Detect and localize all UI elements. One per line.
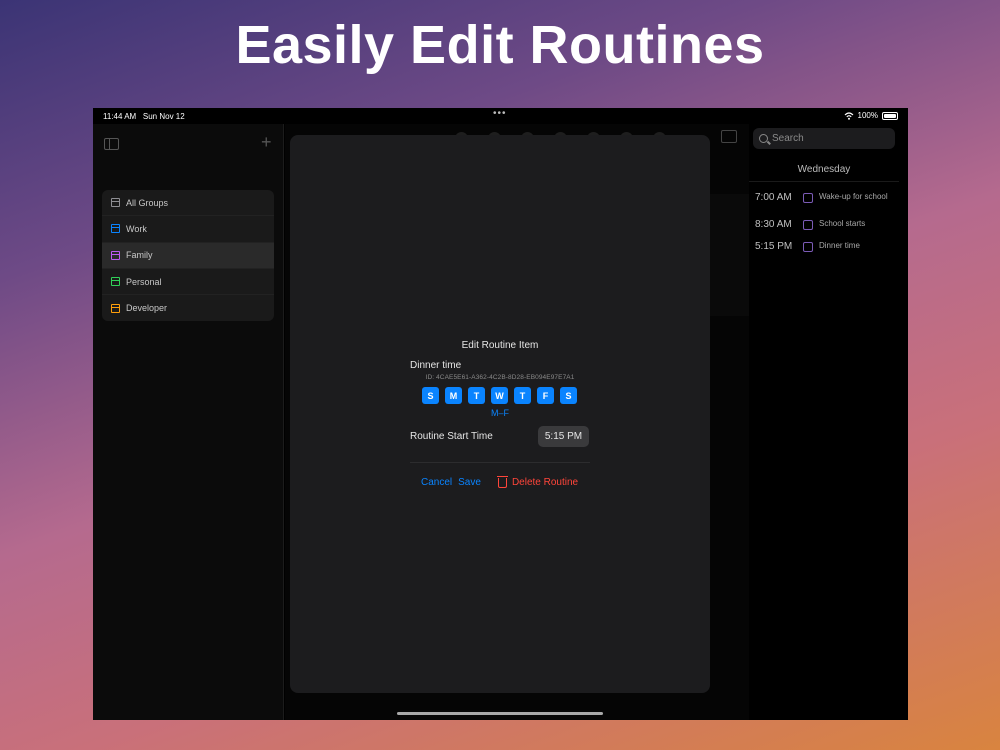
checkbox[interactable] bbox=[803, 220, 813, 230]
start-time-picker[interactable]: 5:15 PM bbox=[538, 426, 589, 447]
schedule-row[interactable]: 5:15 PM Dinner time bbox=[755, 241, 889, 252]
schedule-time: 8:30 AM bbox=[755, 219, 792, 230]
edit-routine-modal: Edit Routine Item Dinner time ID: 4CAE5E… bbox=[290, 135, 710, 693]
schedule-row[interactable]: 8:30 AM School starts bbox=[755, 219, 889, 230]
calendar-icon bbox=[111, 277, 120, 287]
status-time: 11:44 AM bbox=[103, 112, 137, 121]
day-toggle-thursday[interactable]: T bbox=[514, 387, 531, 404]
battery-percent: 100% bbox=[857, 111, 878, 120]
sidebar-item-family[interactable]: Family bbox=[102, 242, 274, 269]
sidebar-item-personal[interactable]: Personal bbox=[102, 269, 274, 296]
group-list: All Groups Work Family Personal Develope… bbox=[102, 190, 274, 322]
calendar-icon bbox=[111, 303, 120, 313]
sidebar: + All Groups Work Family Personal Develo… bbox=[93, 124, 284, 720]
checkbox[interactable] bbox=[803, 242, 813, 252]
home-indicator[interactable] bbox=[397, 712, 603, 715]
day-toggle-sunday[interactable]: S bbox=[422, 387, 439, 404]
sidebar-item-all-groups[interactable]: All Groups bbox=[102, 190, 274, 217]
weekday-picker: S M T W T F S bbox=[422, 387, 577, 404]
ipad-screen: 11:44 AM Sun Nov 12 ••• 100% + All Group… bbox=[93, 108, 908, 720]
sidebar-item-work[interactable]: Work bbox=[102, 216, 274, 243]
status-bar: 11:44 AM Sun Nov 12 ••• 100% bbox=[93, 108, 908, 124]
day-summary: M–F bbox=[491, 408, 509, 418]
day-toggle-monday[interactable]: M bbox=[445, 387, 462, 404]
sidebar-item-developer[interactable]: Developer bbox=[102, 295, 274, 321]
modal-title: Edit Routine Item bbox=[461, 340, 539, 351]
save-button[interactable]: Save bbox=[458, 477, 481, 488]
divider bbox=[410, 462, 590, 463]
routine-id: ID: 4CAE5E61-A362-4C2B-8D28-EB094E97E7A1 bbox=[425, 374, 575, 381]
schedule-row[interactable]: 7:00 AM Wake-up for school bbox=[755, 192, 889, 203]
day-toggle-wednesday[interactable]: W bbox=[491, 387, 508, 404]
schedule-label: School starts bbox=[819, 219, 866, 228]
status-date: Sun Nov 12 bbox=[142, 112, 185, 121]
start-time-label: Routine Start Time bbox=[410, 431, 493, 442]
schedule-label: Dinner time bbox=[819, 241, 860, 250]
calendar-icon bbox=[111, 250, 120, 260]
wifi-icon bbox=[844, 111, 853, 120]
schedule-time: 7:00 AM bbox=[755, 192, 792, 203]
schedule-pane: Wednesday 7:00 AM Wake-up for school 8:3… bbox=[721, 124, 908, 720]
day-toggle-tuesday[interactable]: T bbox=[468, 387, 485, 404]
calendar-icon bbox=[111, 224, 120, 234]
routine-name[interactable]: Dinner time bbox=[410, 360, 461, 371]
day-toggle-friday[interactable]: F bbox=[537, 387, 554, 404]
cancel-button[interactable]: Cancel bbox=[421, 477, 452, 488]
delete-routine-label: Delete Routine bbox=[511, 476, 579, 488]
list-icon bbox=[111, 198, 120, 208]
routine-list-fragment bbox=[705, 194, 749, 316]
battery-icon bbox=[882, 111, 898, 120]
trash-icon bbox=[496, 476, 508, 488]
calendar-icon[interactable] bbox=[721, 130, 737, 143]
delete-routine-button[interactable]: Delete Routine bbox=[496, 476, 579, 488]
checkbox[interactable] bbox=[803, 193, 813, 203]
schedule-label: Wake-up for school bbox=[819, 192, 888, 201]
headline: Easily Edit Routines bbox=[235, 15, 765, 75]
search-icon bbox=[759, 134, 768, 143]
day-toggle-saturday[interactable]: S bbox=[560, 387, 577, 404]
modal-actions: Cancel Save Delete Routine bbox=[421, 476, 578, 488]
search-input[interactable] bbox=[772, 133, 882, 144]
multitasking-dots-icon[interactable]: ••• bbox=[493, 108, 507, 119]
sidebar-toggle-icon[interactable] bbox=[104, 138, 119, 150]
day-header: Wednesday bbox=[749, 164, 899, 182]
add-group-button[interactable]: + bbox=[261, 132, 272, 153]
schedule-time: 5:15 PM bbox=[755, 241, 793, 252]
search-bar[interactable] bbox=[753, 128, 895, 149]
